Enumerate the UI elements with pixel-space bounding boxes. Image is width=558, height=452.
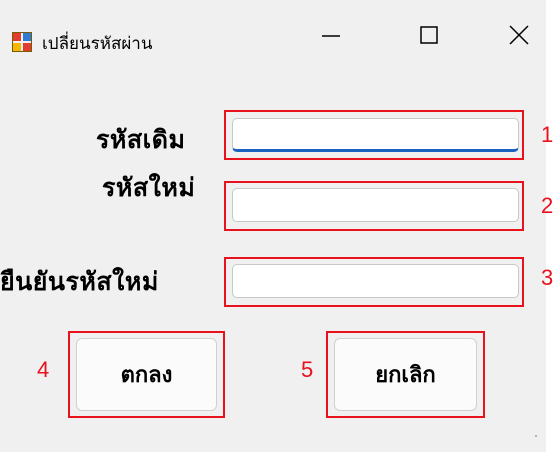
marker-5: 5 [301, 357, 314, 382]
old-password-label: รหัสเดิม [96, 125, 186, 154]
ok-button[interactable]: ตกลง [76, 338, 217, 411]
close-button[interactable] [490, 14, 546, 58]
close-icon [509, 25, 529, 45]
cancel-button[interactable]: ยกเลิก [334, 338, 477, 411]
new-password-label: รหัสใหม่ [102, 173, 196, 202]
confirm-password-field[interactable] [232, 264, 519, 298]
resize-grip-icon[interactable] [534, 434, 538, 438]
window-title: เปลี่ยนรหัสผ่าน [42, 34, 153, 54]
confirm-password-label: ยืนยันรหัสใหม่ [0, 267, 159, 296]
new-password-field[interactable] [232, 188, 519, 222]
change-password-window: เปลี่ยนรหัสผ่าน รหัสเดิม 1 รหัสใหม่ 2 ยื… [0, 0, 553, 452]
minimize-icon [322, 35, 340, 37]
maximize-button[interactable] [400, 14, 456, 58]
marker-1: 1 [541, 122, 554, 147]
old-password-input[interactable] [233, 119, 518, 149]
confirm-password-input[interactable] [233, 265, 518, 297]
old-password-field[interactable] [232, 118, 519, 152]
marker-2: 2 [541, 193, 554, 218]
marker-3: 3 [541, 265, 554, 290]
title-bar: เปลี่ยนรหัสผ่าน [0, 0, 546, 68]
minimize-button[interactable] [302, 14, 358, 58]
maximize-icon [420, 26, 438, 44]
form-app-icon [12, 32, 32, 52]
new-password-input[interactable] [233, 189, 518, 221]
marker-4: 4 [37, 357, 50, 382]
